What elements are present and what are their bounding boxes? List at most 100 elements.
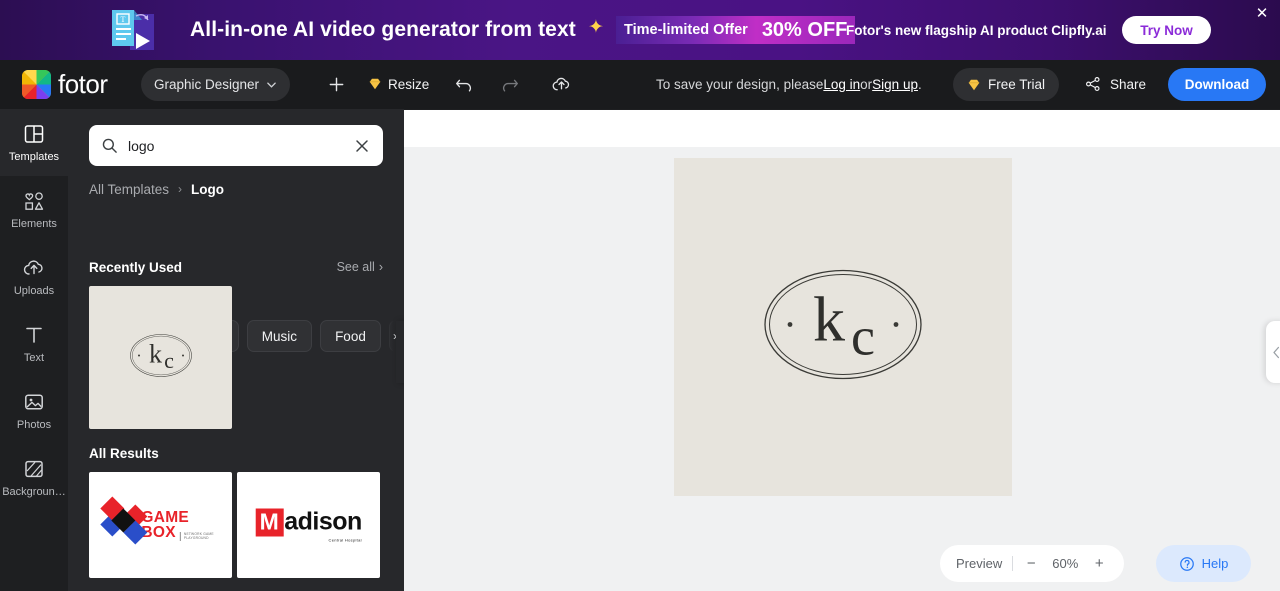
fotor-logo-icon[interactable] [22, 70, 51, 99]
svg-text:k: k [813, 284, 845, 355]
editor-topbar [404, 110, 1280, 147]
section-title: All Results [89, 445, 159, 461]
sidebar-item-label: Elements [11, 218, 57, 230]
svg-text:k: k [149, 339, 162, 368]
fotor-wordmark[interactable]: fotor [58, 68, 108, 100]
sidebar-item-label: Backgroun… [2, 486, 66, 498]
undo-icon [456, 79, 472, 92]
zoom-value: 60% [1052, 556, 1079, 571]
chip-food[interactable]: Food [320, 320, 381, 352]
text-t-icon [26, 327, 42, 343]
chevron-left-icon [1272, 346, 1279, 358]
promo-offer: Time-limited Offer 30% OFF [616, 16, 856, 44]
promo-title: All-in-one AI video generator from text [190, 18, 576, 41]
promo-offer-label: Time-limited Offer [616, 16, 756, 44]
help-circle-icon [1179, 556, 1194, 571]
game-box-line1: GAME [141, 508, 190, 526]
sidebar-item-label: Uploads [13, 285, 55, 297]
templates-panel: All Templates › Logo Circle Gaming Music… [68, 109, 404, 591]
all-results-header: All Results [89, 443, 383, 463]
help-button[interactable]: Help [1156, 545, 1251, 582]
signup-link[interactable]: Sign up [872, 77, 918, 92]
save-hint-or: or [860, 76, 873, 92]
share-nodes-icon [1086, 77, 1100, 91]
sidebar-item-uploads[interactable]: Uploads [0, 243, 68, 310]
chip-music[interactable]: Music [246, 320, 313, 352]
download-button[interactable]: Download [1168, 68, 1266, 101]
premium-diamond-icon [369, 78, 381, 90]
section-title: Recently Used [89, 259, 183, 275]
madison-logo: M adison Central Hospital [255, 508, 362, 543]
sidebar-item-photos[interactable]: Photos [0, 377, 68, 444]
breadcrumb-root[interactable]: All Templates [89, 182, 169, 197]
elements-shapes-icon [25, 192, 44, 210]
mode-selector[interactable]: Graphic Designer [141, 68, 291, 101]
see-all-button[interactable]: See all › [337, 260, 383, 274]
free-trial-button[interactable]: Free Trial [953, 68, 1060, 101]
recently-used-header: Recently Used See all › [89, 257, 383, 277]
close-icon[interactable]: ✕ [1252, 4, 1272, 24]
promo-banner: T All-in-one AI video generator from tex… [0, 0, 1280, 60]
preview-button[interactable]: Preview [956, 556, 1002, 571]
editor-stage[interactable]: k c [404, 147, 1280, 591]
save-hint-suffix: . [917, 76, 922, 92]
sidebar-item-elements[interactable]: Elements [0, 176, 68, 243]
divider [1012, 556, 1014, 571]
cloud-upload-button[interactable] [547, 70, 575, 98]
kc-monogram-icon: k c [128, 328, 194, 387]
templates-grid-icon [24, 125, 44, 143]
promo-subtitle: Fotor's new flagship AI product Clipfly.… [846, 22, 1107, 38]
madison-title: adison [284, 507, 362, 536]
svg-text:c: c [851, 307, 875, 367]
cloud-upload-icon [552, 77, 569, 90]
kc-monogram-artwork[interactable]: k c [762, 260, 924, 395]
chevron-right-icon: › [178, 182, 183, 196]
sidebar-item-background[interactable]: Backgroun… [0, 444, 68, 511]
search-input[interactable] [128, 137, 353, 154]
template-card-game-box[interactable]: GAME BOX NETWORK GAME PLAYGROUND [89, 472, 232, 578]
resize-button[interactable]: Resize [368, 70, 429, 98]
chevron-down-icon [267, 82, 276, 88]
breadcrumb-current: Logo [191, 181, 225, 197]
left-rail: Templates Elements Uploads Text Photos B… [0, 109, 68, 591]
search-box[interactable] [89, 125, 383, 166]
premium-diamond-icon [968, 79, 980, 90]
sidebar-item-label: Text [23, 352, 45, 364]
undo-button[interactable] [450, 70, 478, 98]
game-box-text: GAME BOX NETWORK GAME PLAYGROUND [141, 508, 217, 541]
save-hint-prefix: To save your design, please [656, 76, 824, 92]
template-card-recent[interactable]: k c [89, 286, 232, 429]
redo-button[interactable] [496, 70, 524, 98]
free-trial-label: Free Trial [988, 77, 1046, 92]
plus-icon [329, 77, 343, 91]
share-label: Share [1110, 76, 1147, 92]
sidebar-item-label: Templates [8, 151, 60, 163]
try-now-button[interactable]: Try Now [1122, 16, 1211, 44]
close-icon[interactable] [353, 137, 371, 155]
zoom-out-button[interactable]: − [1023, 555, 1039, 572]
zoom-in-button[interactable]: + [1091, 555, 1107, 572]
game-box-logo: GAME BOX NETWORK GAME PLAYGROUND [99, 496, 217, 545]
template-card-madison[interactable]: M adison Central Hospital [237, 472, 380, 578]
breadcrumb: All Templates › Logo [89, 179, 224, 199]
svg-text:c: c [164, 348, 174, 373]
redo-icon [502, 79, 518, 92]
login-link[interactable]: Log in [823, 77, 860, 92]
help-label: Help [1201, 556, 1229, 571]
madison-initial: M [255, 508, 284, 536]
fotor-editor-app: T All-in-one AI video generator from tex… [0, 0, 1280, 591]
save-hint: To save your design, please Log in or Si… [656, 68, 922, 100]
design-canvas[interactable]: k c [674, 158, 1012, 496]
madison-subtitle: Central Hospital [328, 537, 362, 543]
svg-text:T: T [121, 15, 126, 24]
sparkle-icon: ✦ [588, 17, 604, 38]
sidebar-item-templates[interactable]: Templates [0, 109, 68, 176]
ai-video-doc-icon: T [104, 6, 168, 54]
share-button[interactable]: Share [1084, 68, 1146, 100]
add-page-button[interactable] [322, 70, 350, 98]
sidebar-item-text[interactable]: Text [0, 310, 68, 377]
chevron-right-icon: › [378, 260, 383, 274]
background-pattern-icon [25, 460, 43, 478]
right-panel-handle[interactable] [1266, 321, 1280, 383]
photo-image-icon [25, 394, 43, 410]
